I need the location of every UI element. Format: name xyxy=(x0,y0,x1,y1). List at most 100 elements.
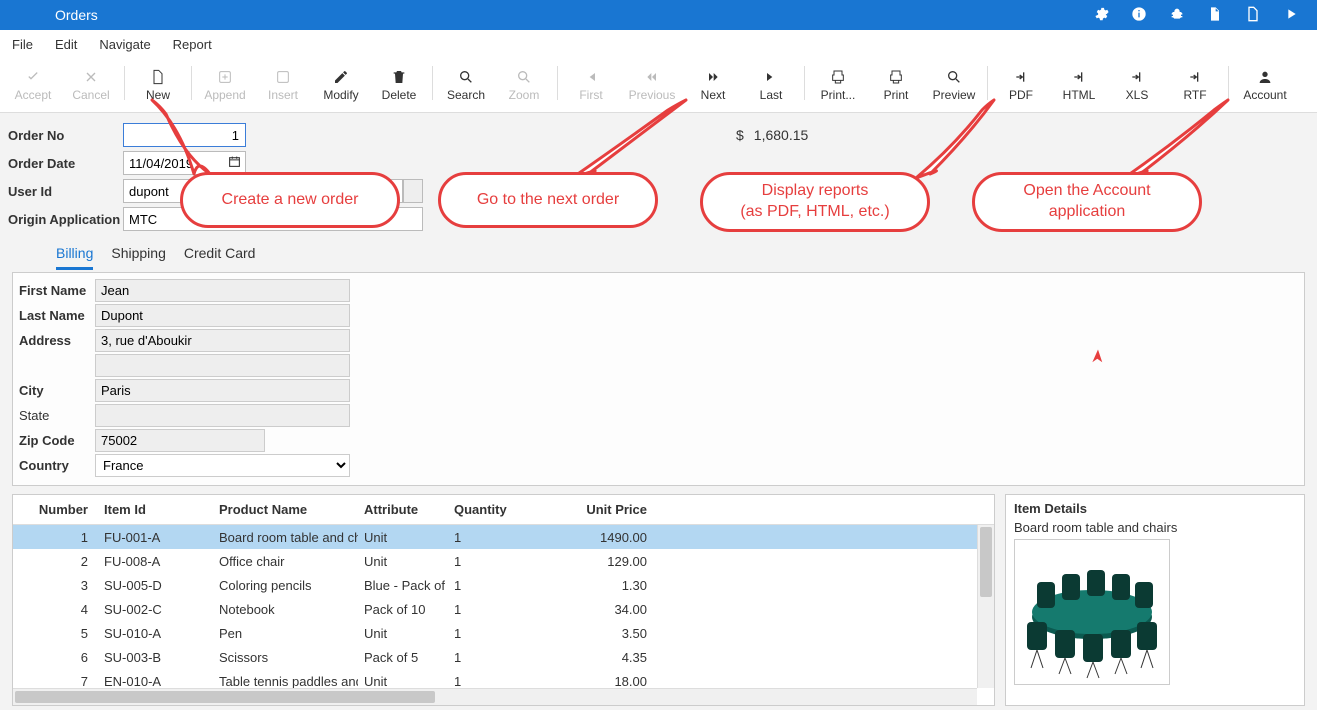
cell-unit-price: 1490.00 xyxy=(543,530,663,545)
cell-product-name: Scissors xyxy=(213,650,358,665)
cell-unit-price: 3.50 xyxy=(543,626,663,641)
calendar-icon[interactable] xyxy=(228,155,241,171)
grid-scrollbar-horizontal[interactable] xyxy=(13,688,977,705)
cell-number: 5 xyxy=(13,626,98,641)
gear-icon[interactable] xyxy=(1093,6,1109,25)
col-attribute[interactable]: Attribute xyxy=(358,502,448,517)
col-product-name[interactable]: Product Name xyxy=(213,502,358,517)
table-row[interactable]: 5SU-010-APenUnit13.50 xyxy=(13,621,994,645)
tab-credit-card[interactable]: Credit Card xyxy=(184,245,256,270)
zip-label: Zip Code xyxy=(19,433,95,448)
col-number[interactable]: Number xyxy=(13,502,98,517)
menu-navigate[interactable]: Navigate xyxy=(99,37,150,52)
cell-product-name: Notebook xyxy=(213,602,358,617)
address1-input[interactable] xyxy=(95,329,350,352)
callout-next: Go to the next order xyxy=(438,172,658,228)
order-no-label: Order No xyxy=(8,128,123,143)
tab-shipping[interactable]: Shipping xyxy=(111,245,166,270)
delete-button[interactable]: Delete xyxy=(370,64,428,104)
menu-report[interactable]: Report xyxy=(173,37,212,52)
cell-unit-price: 4.35 xyxy=(543,650,663,665)
play-icon[interactable] xyxy=(1283,6,1299,25)
table-row[interactable]: 2FU-008-AOffice chairUnit1129.00 xyxy=(13,549,994,573)
user-id-label: User Id xyxy=(8,184,123,199)
cell-quantity: 1 xyxy=(448,650,543,665)
cell-product-name: Coloring pencils xyxy=(213,578,358,593)
city-label: City xyxy=(19,383,95,398)
html-button[interactable]: HTML xyxy=(1050,64,1108,104)
col-unit-price[interactable]: Unit Price xyxy=(543,502,663,517)
cell-itemid: SU-003-B xyxy=(98,650,213,665)
cell-number: 3 xyxy=(13,578,98,593)
billing-panel: First Name Last Name Address City State … xyxy=(12,272,1305,486)
account-button[interactable]: Account xyxy=(1233,64,1297,104)
accept-button[interactable]: Accept xyxy=(4,64,62,104)
user-lookup-button[interactable] xyxy=(403,179,423,203)
insert-button[interactable]: Insert xyxy=(254,64,312,104)
country-select[interactable]: France xyxy=(95,454,350,477)
address-label: Address xyxy=(19,333,95,348)
cell-itemid: FU-008-A xyxy=(98,554,213,569)
first-name-label: First Name xyxy=(19,283,95,298)
total-currency: $ xyxy=(736,127,744,143)
info-icon[interactable] xyxy=(1131,6,1147,25)
cell-attribute: Blue - Pack of 1 xyxy=(358,578,448,593)
zoom-button[interactable]: Zoom xyxy=(495,64,553,104)
tab-bar: Billing Shipping Credit Card xyxy=(8,235,1309,270)
state-label: State xyxy=(19,408,95,423)
cell-unit-price: 34.00 xyxy=(543,602,663,617)
cell-product-name: Office chair xyxy=(213,554,358,569)
cell-itemid: FU-001-A xyxy=(98,530,213,545)
cell-attribute: Unit xyxy=(358,530,448,545)
line-items-grid: Number Item Id Product Name Attribute Qu… xyxy=(12,494,995,706)
cell-attribute: Pack of 5 xyxy=(358,650,448,665)
print-dialog-button[interactable]: Print... xyxy=(809,64,867,104)
window-title: Orders xyxy=(55,7,98,23)
callout-account: Open the Accountapplication xyxy=(972,172,1202,232)
cell-attribute: Unit xyxy=(358,554,448,569)
cell-product-name: Pen xyxy=(213,626,358,641)
cell-unit-price: 18.00 xyxy=(543,674,663,689)
cell-unit-price: 1.30 xyxy=(543,578,663,593)
cell-quantity: 1 xyxy=(448,530,543,545)
table-row[interactable]: 4SU-002-CNotebookPack of 10134.00 xyxy=(13,597,994,621)
table-row[interactable]: 3SU-005-DColoring pencilsBlue - Pack of … xyxy=(13,573,994,597)
cell-attribute: Pack of 10 xyxy=(358,602,448,617)
callout-reports: Display reports(as PDF, HTML, etc.) xyxy=(700,172,930,232)
last-button[interactable]: Last xyxy=(742,64,800,104)
modify-button[interactable]: Modify xyxy=(312,64,370,104)
col-itemid[interactable]: Item Id xyxy=(98,502,213,517)
address2-input[interactable] xyxy=(95,354,350,377)
cell-quantity: 1 xyxy=(448,602,543,617)
bug-icon[interactable] xyxy=(1169,6,1185,25)
last-name-label: Last Name xyxy=(19,308,95,323)
details-description: Board room table and chairs xyxy=(1014,520,1296,535)
cell-number: 2 xyxy=(13,554,98,569)
cell-product-name: Table tennis paddles and xyxy=(213,674,358,689)
cell-attribute: Unit xyxy=(358,674,448,689)
new-document-icon[interactable] xyxy=(1245,6,1261,25)
cancel-button[interactable]: Cancel xyxy=(62,64,120,104)
cell-itemid: SU-010-A xyxy=(98,626,213,641)
document-icon[interactable] xyxy=(1207,6,1223,25)
cell-quantity: 1 xyxy=(448,626,543,641)
country-label: Country xyxy=(19,458,95,473)
grid-scrollbar-vertical[interactable] xyxy=(977,525,994,688)
tab-billing[interactable]: Billing xyxy=(56,245,93,270)
origin-label: Origin Application xyxy=(8,212,123,227)
col-quantity[interactable]: Quantity xyxy=(448,502,543,517)
last-name-input[interactable] xyxy=(95,304,350,327)
table-row[interactable]: 1FU-001-ABoard room table and chUnit1149… xyxy=(13,525,994,549)
state-input[interactable] xyxy=(95,404,350,427)
first-name-input[interactable] xyxy=(95,279,350,302)
zip-input[interactable] xyxy=(95,429,265,452)
table-row[interactable]: 6SU-003-BScissorsPack of 514.35 xyxy=(13,645,994,669)
search-button[interactable]: Search xyxy=(437,64,495,104)
menu-edit[interactable]: Edit xyxy=(55,37,77,52)
menu-file[interactable]: File xyxy=(12,37,33,52)
grid-header: Number Item Id Product Name Attribute Qu… xyxy=(13,495,994,525)
cell-number: 7 xyxy=(13,674,98,689)
city-input[interactable] xyxy=(95,379,350,402)
cell-product-name: Board room table and ch xyxy=(213,530,358,545)
cell-itemid: SU-002-C xyxy=(98,602,213,617)
